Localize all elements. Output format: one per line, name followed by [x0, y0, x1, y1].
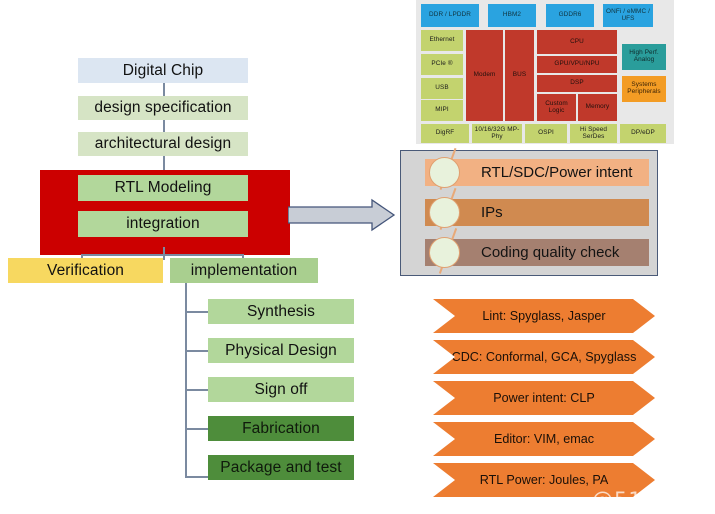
soc-block-mipi-label: MIPI [435, 106, 449, 114]
intent-circle-1 [429, 157, 460, 188]
soc-block-hi-speed-serdes[interactable]: Hi Speed SerDes [570, 124, 617, 143]
soc-block-ospi-label: OSPI [538, 129, 554, 137]
soc-block-gddr6[interactable]: GDDR6 [546, 4, 594, 27]
box-digital-chip-label: Digital Chip [122, 61, 204, 79]
tool-chevron-power-intent[interactable]: Power intent: CLP [433, 381, 655, 415]
soc-block-ethernet[interactable]: Ethernet [421, 30, 463, 51]
soc-block-modem[interactable]: Modem [466, 30, 503, 121]
box-step-physical-design[interactable]: Physical Design [208, 338, 354, 363]
box-verification[interactable]: Verification [8, 258, 163, 283]
box-architectural-design[interactable]: architectural design [78, 132, 248, 156]
tool-chevron-cdc[interactable]: CDC: Conformal, GCA, Spyglass [433, 340, 655, 374]
soc-block-mp-phy[interactable]: 10/16/32G MP-Phy [472, 124, 522, 143]
box-design-specification-label: design specification [94, 99, 232, 116]
box-implementation-label: implementation [190, 261, 298, 279]
box-step-synthesis-label: Synthesis [246, 302, 316, 320]
box-rtl-modeling[interactable]: RTL Modeling [78, 175, 248, 201]
box-step-sign-off-label: Sign off [254, 380, 308, 398]
soc-block-dp-edp-label: DP/eDP [631, 129, 655, 137]
connector-branch-middle [163, 247, 165, 260]
intent-circle-3 [429, 237, 460, 268]
soc-block-digrf-label: DigRF [435, 129, 455, 137]
soc-block-hi-speed-serdes-label: Hi Speed SerDes [579, 125, 608, 140]
tool-chevron-rtl-power-label: RTL Power: Joules, PA [479, 473, 609, 487]
soc-block-memory[interactable]: Memory [578, 94, 617, 121]
box-step-fabrication[interactable]: Fabrication [208, 416, 354, 441]
soc-block-usb-label: USB [435, 84, 449, 92]
box-digital-chip[interactable]: Digital Chip [78, 58, 248, 83]
diagram-canvas: Digital Chip design specification archit… [0, 0, 715, 514]
soc-block-gddr6-label: GDDR6 [558, 11, 582, 19]
box-design-specification[interactable]: design specification [78, 96, 248, 120]
tool-chevron-editor[interactable]: Editor: VIM, emac [433, 422, 655, 456]
soc-block-mipi[interactable]: MIPI [421, 100, 463, 121]
soc-block-custom-logic[interactable]: Custom Logic [537, 94, 576, 121]
box-step-sign-off[interactable]: Sign off [208, 377, 354, 402]
intent-bar-rtl-sdc-power-label: RTL/SDC/Power intent [481, 164, 633, 181]
soc-block-gpu-vpu-npu-label: GPU/VPU/NPU [554, 60, 600, 68]
soc-block-dp-edp[interactable]: DP/eDP [620, 124, 666, 143]
tool-chevron-cdc-label: CDC: Conformal, GCA, Spyglass [451, 350, 637, 364]
soc-block-bus-label: BUS [512, 71, 527, 79]
soc-block-dsp[interactable]: DSP [537, 75, 617, 92]
soc-block-custom-logic-label: Custom Logic [545, 99, 568, 114]
intent-circle-2 [429, 197, 460, 228]
soc-block-high-perf-analog[interactable]: High Perf. Analog [622, 44, 666, 70]
box-step-physical-design-label: Physical Design [225, 341, 337, 359]
tool-chevron-editor-label: Editor: VIM, emac [493, 432, 595, 446]
box-integration[interactable]: integration [78, 211, 248, 237]
tool-chevron-rtl-power[interactable]: RTL Power: Joules, PA [433, 463, 655, 497]
connector-branch-horizontal [81, 254, 243, 256]
connector-step-3 [185, 428, 208, 430]
rtl-intent-panel: RTL/SDC/Power intent IPs Coding quality … [400, 147, 658, 276]
connector-chip-to-spec [163, 82, 165, 96]
connector-step-2 [185, 389, 208, 391]
soc-block-ddr-lpddr-label: DDR / LPDDR [429, 11, 471, 19]
soc-block-ddr-lpddr[interactable]: DDR / LPDDR [421, 4, 479, 27]
soc-block-memory-label: Memory [585, 103, 610, 111]
soc-block-modem-label: Modem [473, 71, 496, 79]
connector-step-1 [185, 350, 208, 352]
tool-chevron-lint-label: Lint: Spyglass, Jasper [482, 309, 606, 323]
box-step-package-and-test-label: Package and test [220, 458, 342, 476]
soc-block-dsp-label: DSP [570, 79, 584, 87]
box-step-fabrication-label: Fabrication [242, 419, 320, 437]
intent-bar-ips-label: IPs [481, 204, 503, 221]
soc-block-cpu[interactable]: CPU [537, 30, 617, 54]
box-step-package-and-test[interactable]: Package and test [208, 455, 354, 480]
intent-bar-coding-quality-label: Coding quality check [481, 244, 620, 261]
flow-arrow-icon [288, 198, 396, 232]
soc-block-digrf[interactable]: DigRF [421, 124, 469, 143]
soc-block-ospi[interactable]: OSPI [525, 124, 567, 143]
soc-block-onfi-emmc-ufs[interactable]: ONFi / eMMC / UFS [603, 4, 653, 27]
connector-step-0 [185, 311, 208, 313]
soc-block-diagram: DDR / LPDDR HBM2 GDDR6 ONFi / eMMC / UFS… [416, 0, 674, 144]
box-implementation[interactable]: implementation [170, 258, 318, 283]
soc-block-usb[interactable]: USB [421, 78, 463, 99]
soc-block-high-perf-analog-label: High Perf. Analog [629, 49, 659, 63]
box-rtl-modeling-label: RTL Modeling [114, 179, 212, 196]
soc-block-pcie-label: PCIe ® [431, 60, 453, 68]
box-step-synthesis[interactable]: Synthesis [208, 299, 354, 324]
soc-block-systems-peripherals[interactable]: Systems Peripherals [622, 76, 666, 102]
soc-block-gpu-vpu-npu[interactable]: GPU/VPU/NPU [537, 56, 617, 73]
soc-block-pcie[interactable]: PCIe ® [421, 54, 463, 75]
soc-block-mp-phy-label: 10/16/32G MP-Phy [474, 125, 520, 140]
soc-block-bus[interactable]: BUS [505, 30, 534, 121]
soc-block-hbm2-label: HBM2 [502, 11, 522, 19]
soc-block-systems-peripherals-label: Systems Peripherals [627, 81, 661, 95]
box-verification-label: Verification [46, 261, 125, 279]
connector-step-4 [185, 476, 208, 478]
tool-chevron-lint[interactable]: Lint: Spyglass, Jasper [433, 299, 655, 333]
tool-chevron-power-intent-label: Power intent: CLP [493, 391, 595, 405]
box-integration-label: integration [126, 215, 200, 232]
box-architectural-design-label: architectural design [94, 135, 232, 152]
soc-block-ethernet-label: Ethernet [429, 36, 455, 44]
connector-spec-to-arch [163, 118, 165, 132]
soc-block-onfi-emmc-ufs-label: ONFi / eMMC / UFS [606, 7, 650, 22]
soc-block-hbm2[interactable]: HBM2 [488, 4, 536, 27]
soc-block-cpu-label: CPU [570, 37, 584, 45]
